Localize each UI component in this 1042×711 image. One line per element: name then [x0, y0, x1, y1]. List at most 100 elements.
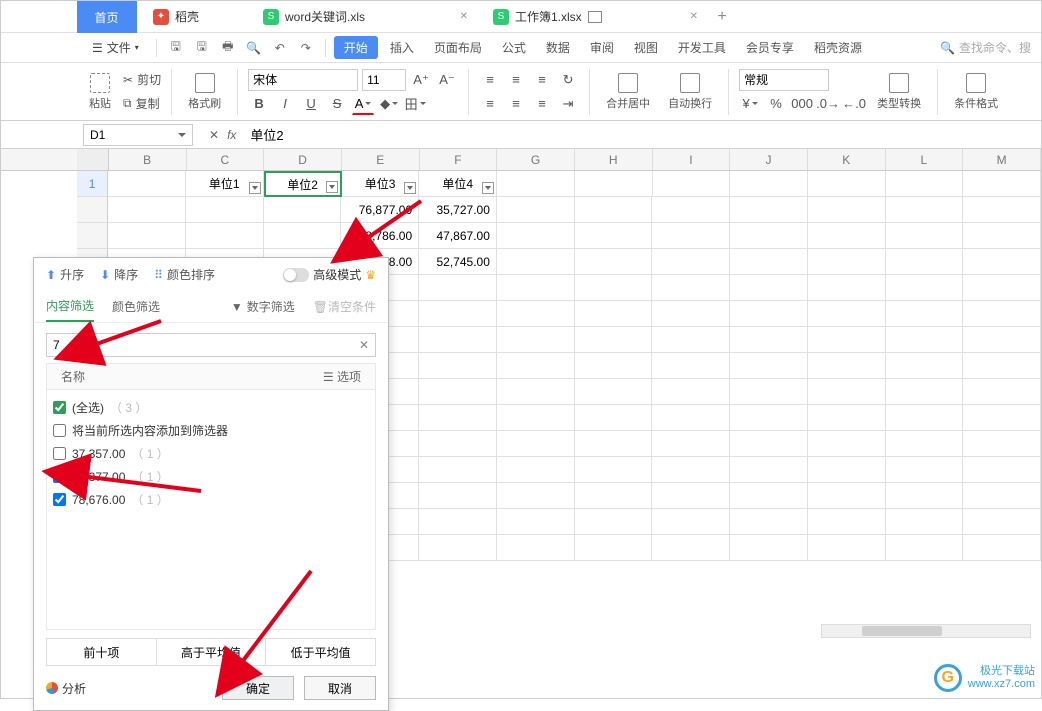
cell[interactable]	[730, 431, 808, 457]
cell[interactable]	[886, 431, 964, 457]
cell[interactable]	[808, 197, 886, 223]
cell[interactable]	[963, 275, 1041, 301]
cell[interactable]	[730, 353, 808, 379]
cell[interactable]	[497, 327, 575, 353]
cell[interactable]	[575, 223, 653, 249]
filter-value-item[interactable]: 65,377.00 （ 1 ）	[51, 465, 371, 488]
cancel-formula-icon[interactable]: ✕	[209, 128, 219, 142]
conditional-format-button[interactable]: 条件格式	[948, 71, 1004, 113]
print-preview-icon[interactable]: 🔍	[243, 37, 265, 59]
cell[interactable]	[497, 353, 575, 379]
cell[interactable]	[808, 379, 886, 405]
add-current-checkbox[interactable]	[53, 424, 66, 437]
name-box[interactable]: D1	[83, 124, 193, 146]
cell[interactable]	[575, 327, 653, 353]
top10-button[interactable]: 前十项	[47, 639, 157, 665]
filter-dropdown-icon[interactable]	[482, 182, 494, 194]
cell[interactable]	[497, 275, 575, 301]
filter-dropdown-icon[interactable]	[404, 182, 416, 194]
cell[interactable]: 35,727.00	[419, 197, 497, 223]
cell[interactable]	[808, 327, 886, 353]
filter-dropdown-icon[interactable]	[249, 182, 261, 194]
cell[interactable]	[419, 405, 497, 431]
clear-search-icon[interactable]: ✕	[356, 337, 372, 353]
cell[interactable]	[808, 457, 886, 483]
cell[interactable]	[186, 223, 264, 249]
row-header[interactable]	[77, 197, 108, 223]
cell[interactable]	[963, 379, 1041, 405]
cell[interactable]	[730, 171, 808, 197]
cell[interactable]	[497, 223, 575, 249]
formula-input[interactable]	[244, 125, 644, 144]
save-as-icon[interactable]: 🖫	[191, 37, 213, 59]
save-icon[interactable]: 🖫	[165, 37, 187, 59]
advanced-mode-toggle[interactable]: 高级模式♛	[283, 266, 376, 283]
filter-search-input[interactable]	[46, 333, 376, 357]
col-header[interactable]: L	[886, 149, 964, 170]
cell[interactable]	[575, 483, 653, 509]
cell[interactable]	[497, 249, 575, 275]
cell[interactable]	[963, 431, 1041, 457]
cell[interactable]	[886, 457, 964, 483]
cell[interactable]	[575, 197, 653, 223]
cell[interactable]: 单位3	[342, 171, 420, 197]
cell[interactable]	[497, 171, 575, 197]
merge-center-button[interactable]: 合并居中	[600, 71, 656, 113]
cell[interactable]	[808, 535, 886, 561]
cell[interactable]	[419, 509, 497, 535]
cell[interactable]	[963, 405, 1041, 431]
cell[interactable]	[419, 535, 497, 561]
col-header[interactable]: E	[342, 149, 420, 170]
menu-view[interactable]: 视图	[626, 35, 666, 60]
cell[interactable]	[652, 301, 730, 327]
above-avg-button[interactable]: 高于平均值	[157, 639, 267, 665]
cell[interactable]	[652, 249, 730, 275]
align-middle-icon[interactable]: ≡	[505, 69, 527, 91]
font-color-button[interactable]: A	[352, 93, 374, 115]
cell[interactable]	[497, 379, 575, 405]
percent-icon[interactable]: %	[765, 93, 787, 115]
cell[interactable]	[419, 275, 497, 301]
cell-selected[interactable]: 单位2	[264, 171, 342, 197]
filter-value-checkbox[interactable]	[53, 493, 66, 506]
cell[interactable]	[808, 509, 886, 535]
cell[interactable]	[497, 301, 575, 327]
sort-color-button[interactable]: ⠿颜色排序	[154, 266, 215, 283]
tab-file-1[interactable]: S word关键词.xls ✕	[247, 1, 477, 32]
cell[interactable]	[730, 275, 808, 301]
cell[interactable]	[575, 275, 653, 301]
cell[interactable]	[808, 301, 886, 327]
bold-button[interactable]: B	[248, 93, 270, 115]
cell[interactable]	[575, 457, 653, 483]
cell[interactable]	[808, 275, 886, 301]
cell[interactable]: 47,867.00	[419, 223, 497, 249]
cell[interactable]	[808, 483, 886, 509]
italic-button[interactable]: I	[274, 93, 296, 115]
cell[interactable]	[652, 431, 730, 457]
cell[interactable]	[730, 483, 808, 509]
cell[interactable]	[419, 457, 497, 483]
cell[interactable]	[963, 535, 1041, 561]
cut-button[interactable]: ✂ 剪切	[123, 69, 161, 91]
align-right-icon[interactable]: ≡	[531, 93, 553, 115]
cell[interactable]	[652, 379, 730, 405]
wrap-text-button[interactable]: 自动换行	[662, 71, 718, 113]
currency-icon[interactable]: ¥	[739, 93, 761, 115]
select-all-item[interactable]: (全选) （ 3 ）	[51, 396, 371, 419]
cell[interactable]	[652, 535, 730, 561]
close-icon[interactable]: ✕	[460, 11, 468, 22]
cell[interactable]	[730, 327, 808, 353]
clear-filter-button[interactable]: 🗑清空条件	[313, 292, 376, 321]
cell[interactable]	[497, 509, 575, 535]
tab-color-filter[interactable]: 颜色筛选	[112, 292, 160, 321]
cell[interactable]	[886, 327, 964, 353]
cell[interactable]	[497, 431, 575, 457]
cell[interactable]	[108, 171, 186, 197]
ok-button[interactable]: 确定	[222, 676, 294, 700]
cell[interactable]	[730, 223, 808, 249]
tab-file-2[interactable]: S 工作簿1.xlsx ✕	[477, 1, 707, 32]
paste-button[interactable]: 粘贴	[83, 71, 117, 113]
col-header[interactable]: F	[420, 149, 498, 170]
cell[interactable]	[886, 535, 964, 561]
cell[interactable]	[497, 483, 575, 509]
